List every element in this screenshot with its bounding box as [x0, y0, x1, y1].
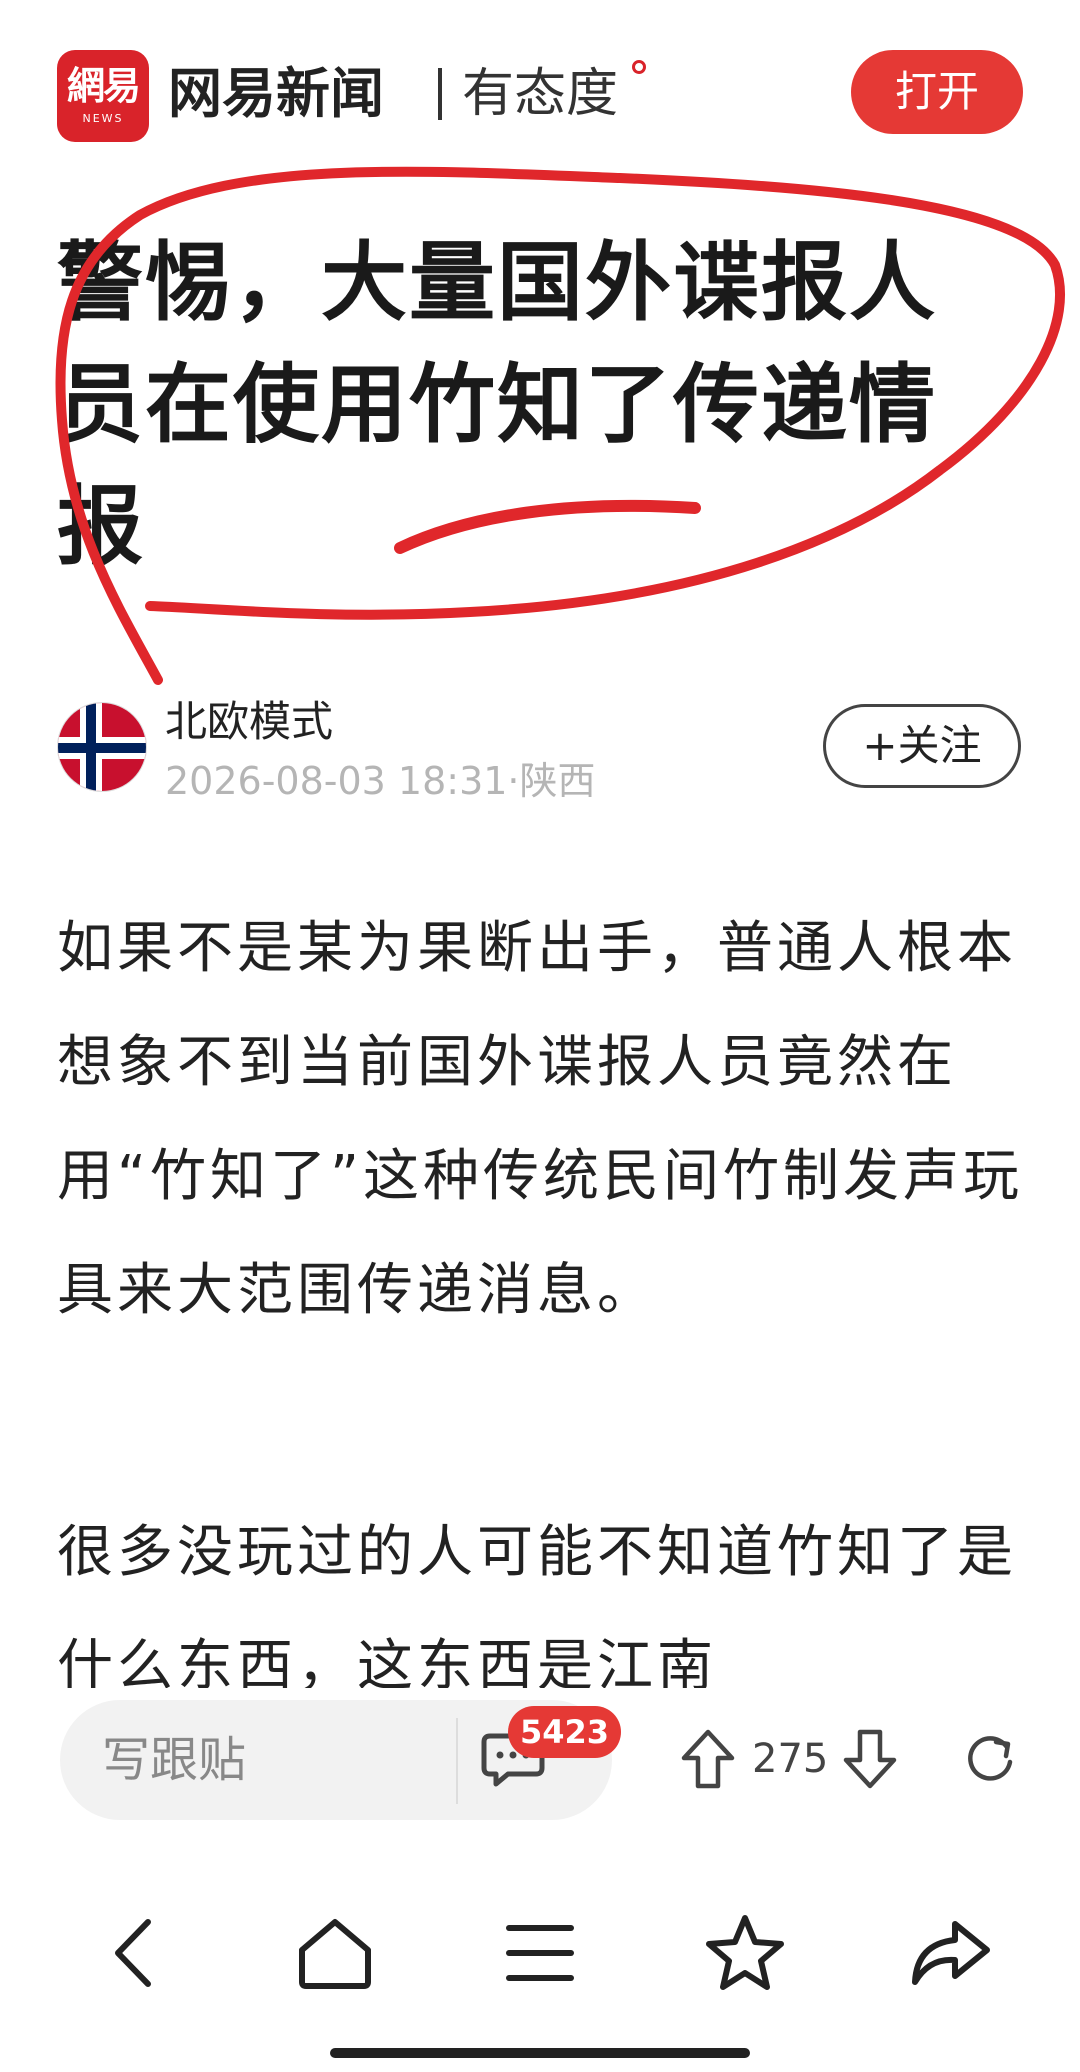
- refresh-icon[interactable]: [962, 1732, 1018, 1788]
- follow-button[interactable]: +关注: [823, 704, 1021, 788]
- netease-logo[interactable]: 網易 NEWS: [57, 50, 149, 142]
- article-paragraph: 很多没玩过的人可能不知道竹知了是什么东西，这东西是江南: [57, 1520, 1017, 1688]
- home-indicator[interactable]: [330, 2048, 750, 2058]
- article-paragraph: 如果不是某为果断出手，普通人根本想象不到当前国外谍报人员竟然在用“竹知了”这种传…: [57, 916, 1024, 1323]
- menu-icon[interactable]: [495, 1908, 585, 1998]
- brand-slogan: 有态度: [462, 64, 619, 124]
- home-icon[interactable]: [290, 1908, 380, 1998]
- author-name[interactable]: 北欧模式: [165, 694, 333, 750]
- article-page: 網易 NEWS 网易新闻 有态度 打开 警惕，大量国外谍报人员在使用竹知了传递情…: [0, 0, 1080, 2072]
- comment-count-badge: 5423: [508, 1706, 622, 1758]
- app-header: 網易 NEWS 网易新闻 有态度 打开: [0, 0, 1080, 190]
- downvote-icon[interactable]: [840, 1726, 900, 1792]
- open-app-button[interactable]: 打开: [851, 50, 1023, 134]
- article-title: 警惕，大量国外谍报人员在使用竹知了传递情报: [57, 233, 937, 577]
- logo-sub-text: NEWS: [82, 112, 124, 125]
- upvote-icon[interactable]: [678, 1726, 738, 1792]
- reply-placeholder: 写跟贴: [102, 1732, 247, 1788]
- publish-meta: 2026-08-03 18:31·陕西: [165, 759, 596, 803]
- author-avatar[interactable]: [57, 702, 147, 792]
- back-icon[interactable]: [90, 1908, 180, 1998]
- norway-flag-icon: [58, 703, 146, 791]
- input-divider: [456, 1718, 458, 1804]
- logo-text: 網易: [66, 64, 141, 108]
- vote-count: 275: [752, 1736, 829, 1782]
- brand-divider: [438, 68, 442, 120]
- star-icon[interactable]: [700, 1908, 790, 1998]
- registered-mark-icon: [632, 60, 646, 74]
- brand-name: 网易新闻: [168, 62, 384, 125]
- share-icon[interactable]: [905, 1908, 995, 1998]
